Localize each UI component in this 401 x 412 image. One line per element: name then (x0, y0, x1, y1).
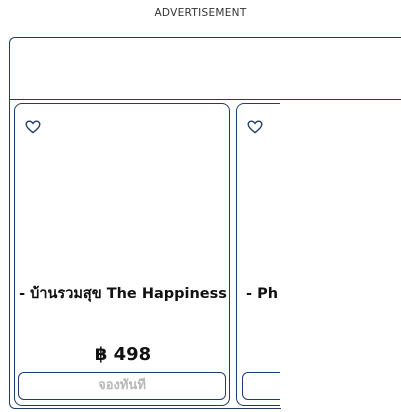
product-card[interactable]: - Ph (236, 103, 280, 406)
heart-outline-icon[interactable] (247, 119, 263, 134)
heart-outline-icon[interactable] (25, 119, 41, 134)
carousel-clip (281, 103, 401, 409)
product-title[interactable]: - บ้านรวมสุข The Happiness (15, 284, 231, 304)
product-card[interactable]: - บ้านรวมสุข The Happiness ฿ 498 จองทันท… (14, 103, 230, 406)
carousel-divider (9, 99, 401, 100)
book-now-button[interactable] (242, 372, 280, 400)
advertisement-label: ADVERTISEMENT (154, 7, 247, 19)
product-title[interactable]: - Ph (246, 284, 278, 304)
book-now-button[interactable]: จองทันที (18, 372, 226, 400)
product-price: ฿ 498 (94, 344, 152, 365)
